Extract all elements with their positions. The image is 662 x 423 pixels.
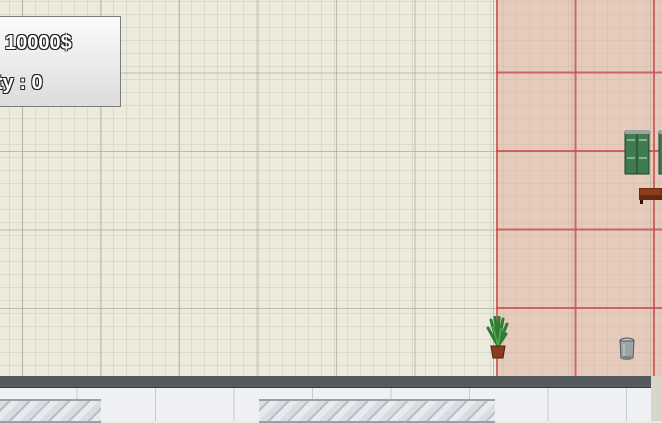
quantity-label: ty : 0	[0, 72, 43, 94]
glass-counter[interactable]	[259, 399, 495, 423]
hud-panel: 10000$ ty : 0	[0, 16, 121, 107]
building-wall	[0, 376, 651, 388]
potted-plant-icon[interactable]	[485, 316, 511, 360]
money-label: 10000$	[5, 32, 72, 54]
glass-counter[interactable]	[0, 399, 101, 423]
trash-can-icon[interactable]	[617, 337, 637, 361]
wall-corner	[651, 376, 662, 421]
room-zone[interactable]	[496, 0, 662, 388]
locker-icon[interactable]	[624, 130, 662, 176]
bench-icon[interactable]	[639, 188, 662, 204]
